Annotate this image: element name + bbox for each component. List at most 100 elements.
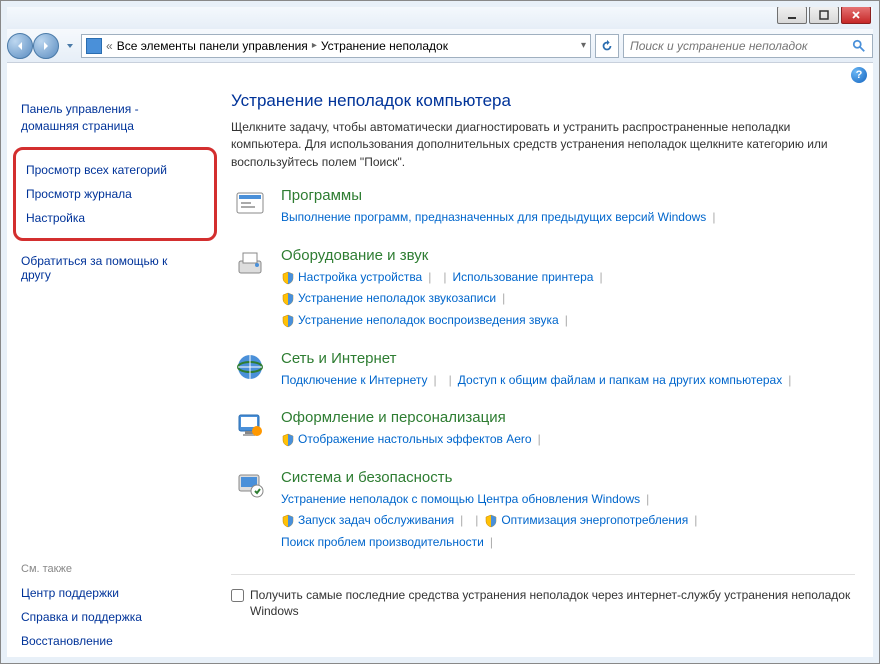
troubleshoot-link[interactable]: Выполнение программ, предназначенных для… <box>281 207 706 229</box>
link-separator: | <box>428 267 431 289</box>
category-body: Программы Выполнение программ, предназнач… <box>281 187 855 229</box>
breadcrumb-sep-icon: ▸ <box>312 40 317 51</box>
sidebar-link-history[interactable]: Просмотр журнала <box>26 182 204 206</box>
search-input[interactable] <box>630 39 848 53</box>
link-separator: | <box>449 370 452 392</box>
category-links: Выполнение программ, предназначенных для… <box>281 207 855 229</box>
link-separator: | <box>538 429 541 451</box>
content: Панель управления - домашняя страница Пр… <box>1 87 879 663</box>
help-row: ? <box>1 63 879 87</box>
sidebar-link-all-categories[interactable]: Просмотр всех категорий <box>26 158 204 182</box>
link-text: Выполнение программ, предназначенных для… <box>281 207 706 229</box>
breadcrumb-back-chevron[interactable]: « <box>106 39 113 53</box>
sidebar: Панель управления - домашняя страница Пр… <box>1 87 221 663</box>
footer-checkbox-row: Получить самые последние средства устран… <box>231 574 855 621</box>
control-panel-icon <box>86 38 102 54</box>
category-icon <box>231 187 269 225</box>
close-button[interactable] <box>841 6 871 24</box>
category-links: Устранение неполадок с помощью Центра об… <box>281 489 855 554</box>
category-title[interactable]: Программы <box>281 187 855 204</box>
category-title[interactable]: Оформление и персонализация <box>281 409 855 426</box>
link-separator: | <box>599 267 602 289</box>
page-title: Устранение неполадок компьютера <box>231 91 855 111</box>
sidebar-link-contact-friend[interactable]: Обратиться за помощью к другу <box>21 249 209 287</box>
sidebar-link-settings[interactable]: Настройка <box>26 206 204 230</box>
link-separator: | <box>460 510 463 532</box>
contact-line1: Обратиться за помощью к <box>21 254 167 268</box>
troubleshoot-link[interactable]: Поиск проблем производительности <box>281 532 484 554</box>
category-title[interactable]: Оборудование и звук <box>281 247 855 264</box>
breadcrumb-item-2[interactable]: Устранение неполадок <box>321 39 448 53</box>
troubleshoot-link[interactable]: Оптимизация энергопотребления <box>484 510 688 532</box>
category: Сеть и Интернет Подключение к Интернету | |… <box>231 350 855 392</box>
category: Оформление и персонализация Отображение н… <box>231 409 855 451</box>
category-title[interactable]: Система и безопасность <box>281 469 855 486</box>
troubleshoot-link[interactable]: Настройка устройства <box>281 267 422 289</box>
troubleshoot-link[interactable]: Устранение неполадок воспроизведения зву… <box>281 310 559 332</box>
category: Оборудование и звук Настройка устройства |… <box>231 247 855 332</box>
category-body: Система и безопасность Устранение неполад… <box>281 469 855 554</box>
category-title[interactable]: Сеть и Интернет <box>281 350 855 367</box>
forward-button[interactable] <box>33 33 59 59</box>
control-panel-home-link[interactable]: Панель управления - домашняя страница <box>21 101 209 135</box>
highlighted-links-box: Просмотр всех категорий Просмотр журнала… <box>13 147 217 241</box>
link-separator: | <box>490 532 493 554</box>
link-text: Устранение неполадок воспроизведения зву… <box>298 310 559 332</box>
category-links: Настройка устройства||Использование прин… <box>281 267 855 332</box>
troubleshoot-link[interactable]: Доступ к общим файлам и папкам на других… <box>458 370 782 392</box>
main-content: Устранение неполадок компьютера Щелкните… <box>221 87 879 663</box>
link-text: Настройка устройства <box>298 267 422 289</box>
troubleshoot-link[interactable]: Запуск задач обслуживания <box>281 510 454 532</box>
maximize-button[interactable] <box>809 6 839 24</box>
link-separator: | <box>565 310 568 332</box>
nav-arrows <box>7 33 59 59</box>
category-icon <box>231 350 269 388</box>
see-also-label: См. также <box>21 563 209 575</box>
troubleshoot-link[interactable]: Подключение к Интернету <box>281 370 428 392</box>
link-separator: | <box>475 510 478 532</box>
breadcrumb-item-1[interactable]: Все элементы панели управления <box>117 39 308 53</box>
link-separator: | <box>502 288 505 310</box>
category-icon <box>231 247 269 285</box>
category-links: Отображение настольных эффектов Aero | <box>281 429 855 451</box>
link-separator: | <box>788 370 791 392</box>
category-body: Оборудование и звук Настройка устройства |… <box>281 247 855 332</box>
link-text: Использование принтера <box>452 267 593 289</box>
troubleshoot-link[interactable]: Использование принтера <box>452 267 593 289</box>
breadcrumb: « Все элементы панели управления ▸ Устра… <box>81 34 591 58</box>
category-body: Оформление и персонализация Отображение н… <box>281 409 855 451</box>
troubleshoot-link[interactable]: Устранение неполадок звукозаписи <box>281 288 496 310</box>
online-updates-checkbox[interactable] <box>231 589 244 602</box>
home-line1: Панель управления - <box>21 102 139 116</box>
link-text: Устранение неполадок звукозаписи <box>298 288 496 310</box>
troubleshoot-link[interactable]: Отображение настольных эффектов Aero <box>281 429 532 451</box>
link-separator: | <box>443 267 446 289</box>
home-line2: домашняя страница <box>21 119 134 133</box>
refresh-button[interactable] <box>595 34 619 58</box>
sidebar-link-action-center[interactable]: Центр поддержки <box>21 581 209 605</box>
link-text: Доступ к общим файлам и папкам на других… <box>458 370 782 392</box>
sidebar-link-help-support[interactable]: Справка и поддержка <box>21 605 209 629</box>
window: « Все элементы панели управления ▸ Устра… <box>0 0 880 664</box>
search-box[interactable] <box>623 34 873 58</box>
breadcrumb-dropdown-icon[interactable]: ▾ <box>581 40 586 51</box>
link-text: Устранение неполадок с помощью Центра об… <box>281 489 640 511</box>
link-text: Поиск проблем производительности <box>281 532 484 554</box>
page-description: Щелкните задачу, чтобы автоматически диа… <box>231 119 855 171</box>
history-dropdown[interactable] <box>63 35 77 57</box>
category-body: Сеть и Интернет Подключение к Интернету | |… <box>281 350 855 392</box>
link-text: Отображение настольных эффектов Aero <box>298 429 532 451</box>
search-icon <box>852 39 866 53</box>
back-button[interactable] <box>7 33 33 59</box>
help-icon[interactable]: ? <box>851 67 867 83</box>
link-separator: | <box>712 207 715 229</box>
troubleshoot-link[interactable]: Устранение неполадок с помощью Центра об… <box>281 489 640 511</box>
link-separator: | <box>646 489 649 511</box>
contact-line2: другу <box>21 268 51 282</box>
sidebar-link-recovery[interactable]: Восстановление <box>21 629 209 653</box>
link-text: Запуск задач обслуживания <box>298 510 454 532</box>
titlebar <box>1 1 879 29</box>
minimize-button[interactable] <box>777 6 807 24</box>
category: Программы Выполнение программ, предназнач… <box>231 187 855 229</box>
link-separator: | <box>694 510 697 532</box>
